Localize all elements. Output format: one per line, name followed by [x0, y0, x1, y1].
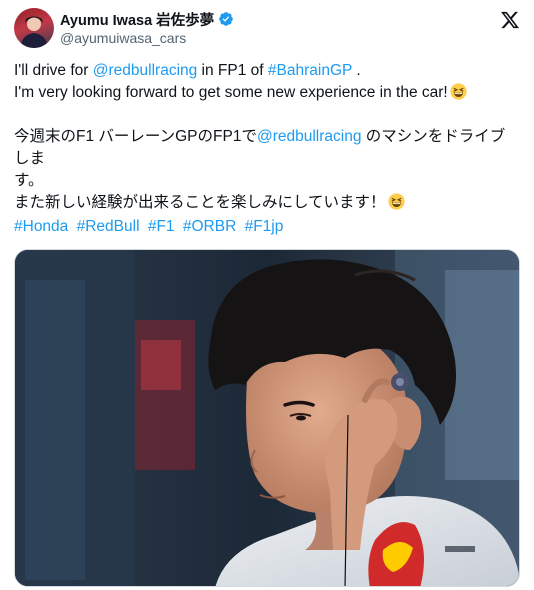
verified-badge-icon — [218, 11, 234, 27]
photo-driver-portrait — [15, 250, 519, 586]
hashtag-orbr[interactable]: #ORBR — [183, 218, 236, 235]
tweet-line-jp-2: す。 — [14, 172, 44, 189]
display-name[interactable]: Ayumu Iwasa 岩佐歩夢 — [60, 9, 214, 30]
tweet-photo[interactable] — [14, 249, 520, 587]
text-fragment: 今週末のF1 バーレーンGPのFP1で — [14, 128, 257, 145]
avatar[interactable] — [14, 8, 54, 48]
text-fragment: . — [352, 62, 361, 79]
user-handle[interactable]: @ayumuiwasa_cars — [60, 30, 186, 46]
text-fragment: I'm very looking forward to get some new… — [14, 84, 448, 101]
tweet-text: I'll drive for @redbullracing in FP1 of … — [14, 60, 518, 214]
text-fragment: in FP1 of — [197, 62, 268, 79]
hashtag-link[interactable]: #BahrainGP — [268, 62, 352, 79]
grinning-squinting-face-emoji — [450, 83, 467, 100]
tweet-line-en-1: I'll drive for @redbullracing in FP1 of … — [14, 60, 518, 82]
name-row: Ayumu Iwasa 岩佐歩夢 — [60, 9, 234, 30]
mention-link[interactable]: @redbullracing — [257, 128, 361, 145]
tweet-line-en-2: I'm very looking forward to get some new… — [14, 82, 518, 104]
tweet-line-jp-3: また新しい経験が出来ることを楽しみにしています！ — [14, 192, 518, 214]
tweet-line-jp-1: 今週末のF1 バーレーンGPのFP1で@redbullracing のマシンをド… — [14, 126, 518, 170]
hashtag-honda[interactable]: #Honda — [14, 218, 68, 235]
hashtag-redbull[interactable]: #RedBull — [77, 218, 140, 235]
text-fragment: また新しい経験が出来ることを楽しみにしています！ — [14, 194, 386, 211]
grinning-squinting-face-emoji — [387, 193, 405, 210]
hashtag-f1jp[interactable]: #F1jp — [245, 218, 284, 235]
mention-link[interactable]: @redbullracing — [93, 62, 197, 79]
text-fragment: I'll drive for — [14, 62, 93, 79]
hashtag-f1[interactable]: #F1 — [148, 218, 175, 235]
tweet-header: Ayumu Iwasa 岩佐歩夢 @ayumuiwasa_cars — [14, 8, 520, 48]
tweet-card: Ayumu Iwasa 岩佐歩夢 @ayumuiwasa_cars I'll d… — [0, 0, 534, 590]
hashtag-list: #Honda #RedBull #F1 #ORBR #F1jp — [14, 216, 287, 238]
x-logo-icon[interactable] — [500, 10, 520, 30]
